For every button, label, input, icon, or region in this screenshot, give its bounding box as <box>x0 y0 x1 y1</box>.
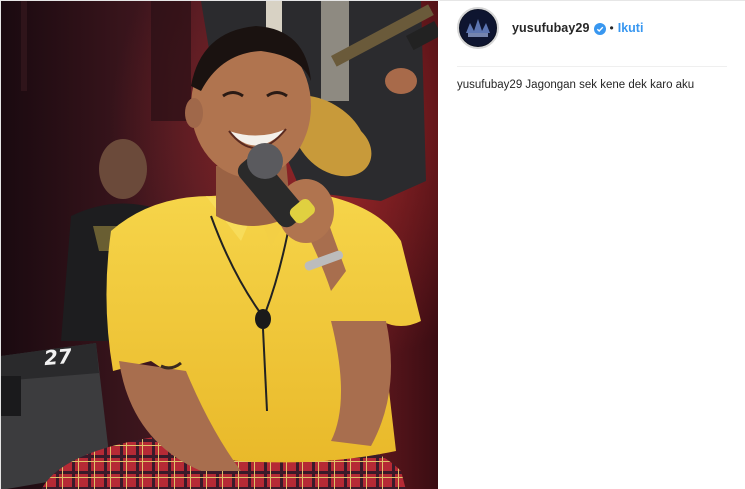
avatar[interactable] <box>457 7 499 49</box>
caption-text: Jagongan sek kene dek karo aku <box>525 79 695 91</box>
avatar-image-icon <box>460 10 496 46</box>
post-header: yusufubay29 • Ikuti <box>438 1 745 55</box>
username[interactable]: yusufubay29 <box>512 21 590 35</box>
instagram-post: 27 yusufubay29 • Ikuti yusufubay29 Jagon… <box>0 0 745 489</box>
speaker-number: 27 <box>43 343 73 371</box>
header-divider <box>457 66 727 67</box>
post-side-panel: yusufubay29 • Ikuti yusufubay29 Jagongan… <box>438 1 745 489</box>
separator-dot: • <box>609 21 614 35</box>
post-photo[interactable]: 27 <box>1 1 438 489</box>
caption: yusufubay29 Jagongan sek kene dek karo a… <box>457 78 737 92</box>
verified-badge-icon <box>593 22 606 35</box>
photo-illustration <box>1 1 438 489</box>
caption-username[interactable]: yusufubay29 <box>457 79 522 91</box>
follow-button[interactable]: Ikuti <box>618 21 644 35</box>
